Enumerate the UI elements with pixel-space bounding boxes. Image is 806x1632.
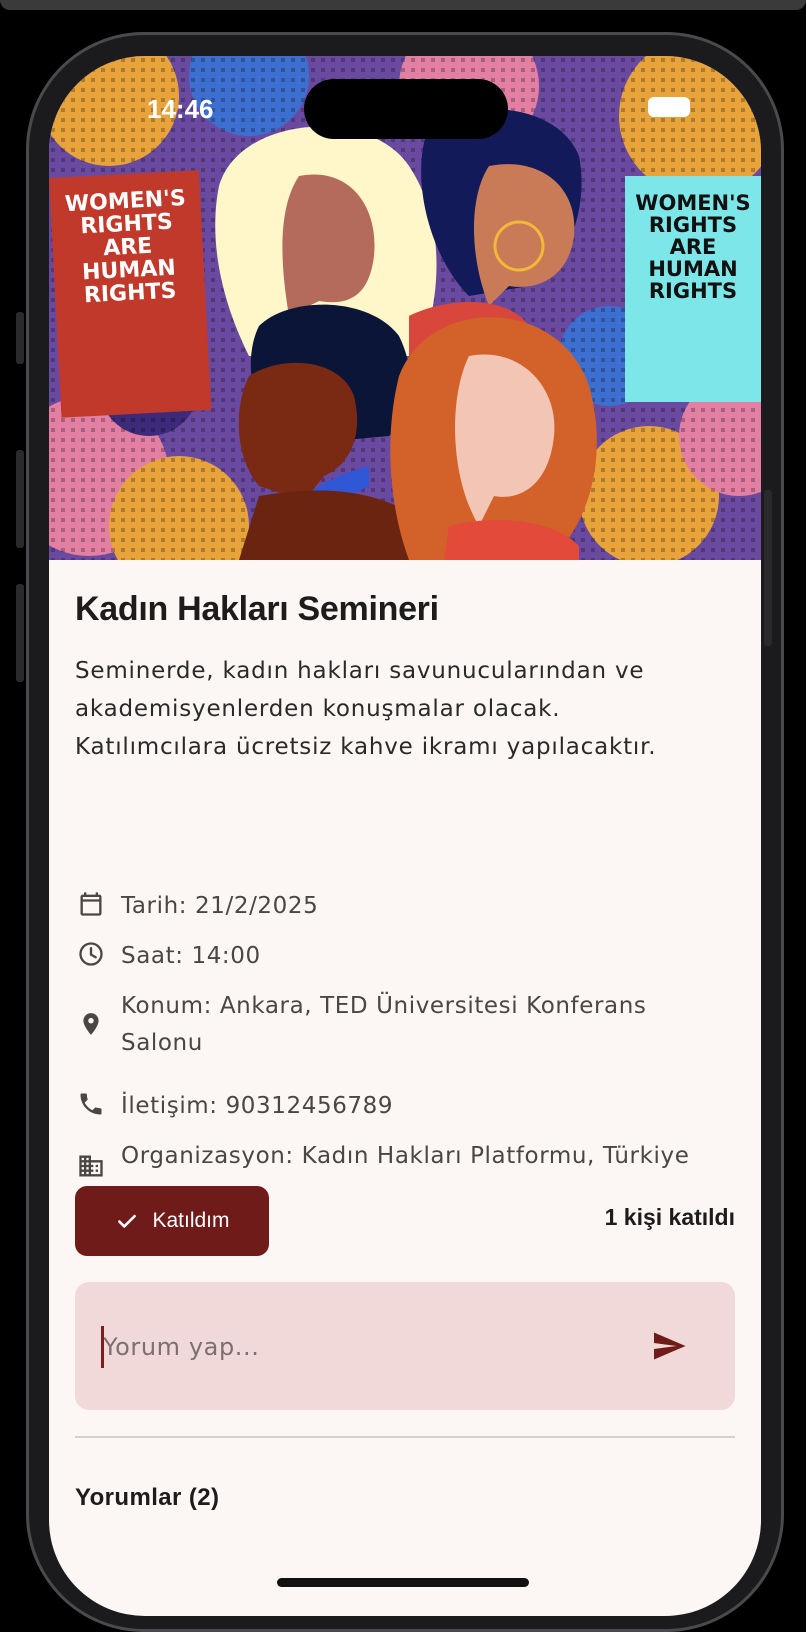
calendar-icon <box>75 888 107 920</box>
top-bezel <box>0 0 806 10</box>
contact-row: İletişim: 90312456789 <box>75 1088 735 1125</box>
check-icon <box>118 1214 137 1228</box>
event-time: Saat: 14:00 <box>121 943 261 969</box>
back-arrow-icon[interactable] <box>49 56 89 96</box>
power-button <box>764 490 772 646</box>
clock-icon <box>75 938 107 970</box>
comment-input[interactable] <box>101 1322 625 1372</box>
event-contact: İletişim: 90312456789 <box>121 1093 394 1119</box>
event-description: Seminerde, kadın hakları savunucularında… <box>75 658 657 760</box>
location-row: Konum: Ankara, TED Üniversitesi Konferan… <box>75 988 735 1062</box>
volume-up-button <box>16 450 24 548</box>
phone-icon <box>75 1088 107 1120</box>
event-organization: Organizasyon: Kadın Hakları Platformu, T… <box>121 1143 690 1169</box>
app-screen: WOMEN'S RIGHTS ARE HUMAN RIGHTS WOMEN'S … <box>49 56 761 1616</box>
send-icon[interactable] <box>649 1328 689 1364</box>
time-row: Saat: 14:00 <box>75 938 735 975</box>
womens-rights-banner-left: WOMEN'S RIGHTS ARE HUMAN RIGHTS <box>49 170 212 418</box>
battery-icon <box>648 97 690 117</box>
home-indicator[interactable] <box>277 1578 529 1587</box>
attend-button[interactable]: Katıldım <box>75 1186 269 1256</box>
dynamic-island <box>304 79 508 139</box>
event-location: Konum: Ankara, TED Üniversitesi Konferan… <box>121 993 647 1056</box>
comments-heading: Yorumlar (2) <box>75 1484 220 1511</box>
organization-row: Organizasyon: Kadın Hakları Platformu, T… <box>75 1138 735 1182</box>
event-hero-image: WOMEN'S RIGHTS ARE HUMAN RIGHTS WOMEN'S … <box>49 56 761 560</box>
location-pin-icon <box>75 1008 107 1040</box>
attend-button-label: Katıldım <box>152 1209 230 1232</box>
comments-divider <box>75 1436 735 1438</box>
womens-rights-banner-right: WOMEN'S RIGHTS ARE HUMAN RIGHTS <box>625 176 761 402</box>
date-row: Tarih: 21/2/2025 <box>75 888 735 925</box>
status-bar-time: 14:46 <box>147 94 214 124</box>
mute-switch <box>16 312 24 364</box>
text-cursor <box>101 1326 104 1368</box>
attendee-count: 1 kişi katıldı <box>604 1204 735 1230</box>
event-date: Tarih: 21/2/2025 <box>121 893 319 919</box>
building-icon <box>75 1150 107 1182</box>
volume-down-button <box>16 584 24 682</box>
event-title: Kadın Hakları Semineri <box>75 590 439 628</box>
comment-field-container <box>75 1282 735 1410</box>
